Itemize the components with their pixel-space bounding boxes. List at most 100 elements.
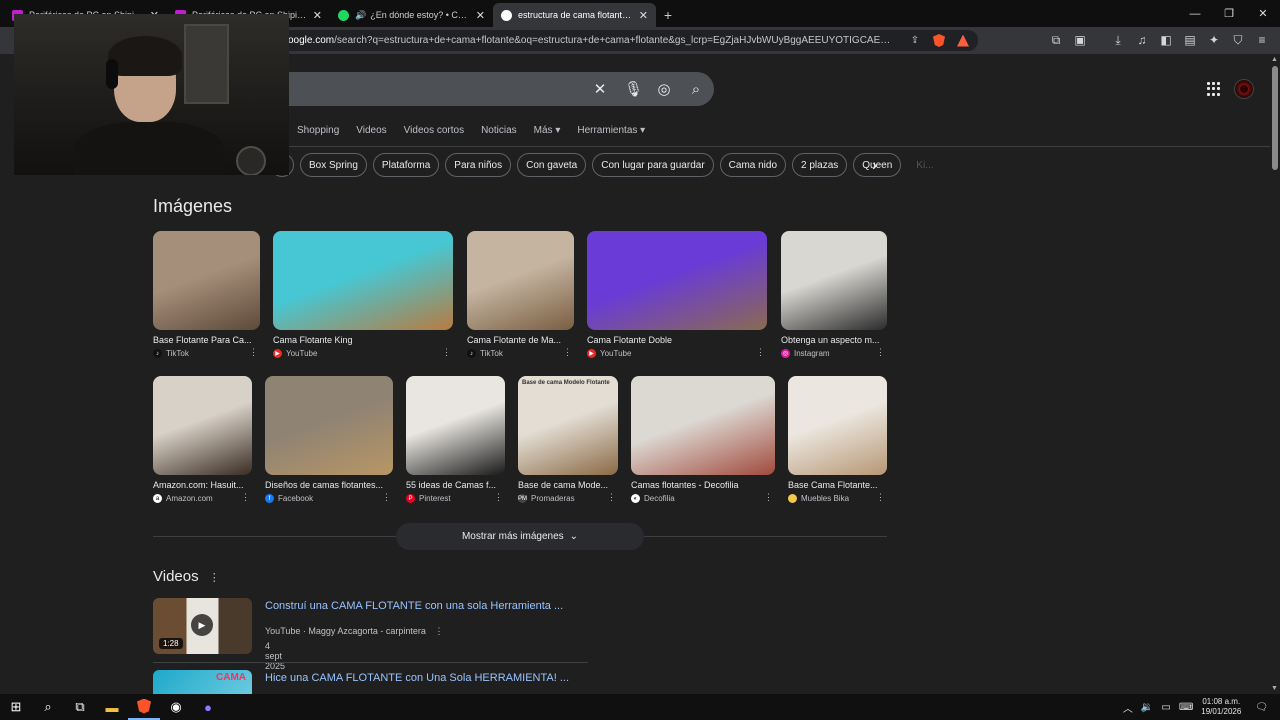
more-options-icon[interactable]: ⋮	[494, 492, 503, 503]
new-tab-button[interactable]: +	[656, 3, 680, 27]
image-result[interactable]: Cama Flotante de Ma... ♪ TikTok ⋮	[467, 231, 574, 358]
more-options-icon[interactable]: ⋮	[442, 347, 451, 358]
image-thumbnail[interactable]	[265, 376, 393, 475]
tab-more[interactable]: Más ▾	[534, 125, 561, 136]
chip[interactable]: Ki...	[907, 153, 943, 177]
scrollbar[interactable]: ▲ ▼	[1270, 54, 1280, 694]
image-result[interactable]: Cama Flotante Doble ▶ YouTube ⋮	[587, 231, 767, 358]
sidebar-icon[interactable]: ◧	[1158, 32, 1174, 48]
clear-icon[interactable]: ✕	[592, 80, 608, 98]
more-options-icon[interactable]: ⋮	[209, 572, 220, 584]
more-options-icon[interactable]: ⋮	[876, 347, 885, 358]
leo-ai-icon[interactable]: ✦	[1206, 32, 1222, 48]
network-icon[interactable]: ▭	[1161, 702, 1170, 713]
more-options-icon[interactable]: ⋮	[607, 492, 616, 503]
microphone-icon[interactable]: 🎙	[624, 80, 643, 98]
close-tab-icon[interactable]: ✕	[313, 9, 322, 22]
image-thumbnail[interactable]	[273, 231, 453, 330]
tab-3[interactable]: 🔊 ¿En dónde estoy? • Cerounno, Vi ✕	[330, 3, 493, 27]
more-options-icon[interactable]: ⋮	[563, 347, 572, 358]
tab-news[interactable]: Noticias	[481, 125, 517, 136]
address-bar[interactable]: oogle.com/search?q=estructura+de+cama+fl…	[280, 30, 978, 51]
windows-start-icon[interactable]: ⊞	[0, 694, 32, 720]
tab-tools[interactable]: Herramientas ▾	[577, 125, 645, 136]
screenshot-icon[interactable]: ▣	[1072, 32, 1088, 48]
minimize-button[interactable]: —	[1178, 0, 1212, 27]
close-tab-icon[interactable]: ✕	[476, 9, 485, 22]
menu-icon[interactable]: ≡	[1254, 32, 1270, 48]
speaker-icon[interactable]: 🔊	[355, 10, 366, 21]
brave-browser-icon[interactable]	[128, 694, 160, 720]
image-caption[interactable]: Base de cama Mode...	[518, 480, 618, 490]
image-result[interactable]: Base Cama Flotante... Muebles Bika ⋮	[788, 376, 887, 503]
close-window-button[interactable]: ✕	[1246, 0, 1280, 27]
music-icon[interactable]: ♫	[1134, 32, 1150, 48]
tab-short-videos[interactable]: Videos cortos	[404, 125, 464, 136]
image-caption[interactable]: Cama Flotante Doble	[587, 335, 767, 345]
tab-shopping[interactable]: Shopping	[297, 125, 339, 136]
search-icon[interactable]: ⌕	[688, 81, 704, 98]
brave-rewards-icon[interactable]: 1	[956, 34, 970, 48]
image-caption[interactable]: Cama Flotante King	[273, 335, 453, 345]
obs-icon[interactable]: ◉	[160, 694, 192, 720]
download-icon[interactable]: ⤓	[1110, 32, 1126, 48]
chip[interactable]: Cama nido	[719, 153, 787, 177]
image-thumbnail[interactable]	[153, 231, 260, 330]
chip[interactable]: 2 plazas	[792, 153, 848, 177]
chip[interactable]: Para niños	[445, 153, 512, 177]
image-thumbnail[interactable]	[587, 231, 767, 330]
more-options-icon[interactable]: ⋮	[876, 492, 885, 503]
tab-videos[interactable]: Videos	[356, 125, 386, 136]
video-title-link[interactable]: Hice una CAMA FLOTANTE con Una Sola HERR…	[265, 672, 585, 684]
avatar[interactable]	[1234, 79, 1254, 99]
more-options-icon[interactable]: ⋮	[764, 492, 773, 503]
share-icon[interactable]: ⇪	[908, 34, 922, 48]
search-icon[interactable]: ⌕	[32, 694, 64, 720]
chip[interactable]: Con lugar para guardar	[592, 153, 714, 177]
lens-icon[interactable]: ◎	[656, 80, 672, 98]
image-thumbnail[interactable]	[781, 231, 887, 330]
language-icon[interactable]: ⌨	[1179, 702, 1193, 713]
image-thumbnail[interactable]	[153, 376, 252, 475]
chevron-right-icon[interactable]: ›	[872, 157, 877, 175]
image-result[interactable]: 55 ideas de Camas f... P Pinterest ⋮	[406, 376, 505, 503]
tab-4[interactable]: estructura de cama flotante - Bu ✕	[493, 3, 656, 27]
image-caption[interactable]: Amazon.com: Hasuit...	[153, 480, 252, 490]
image-result[interactable]: Diseños de camas flotantes... f Facebook ⋮	[265, 376, 393, 503]
image-caption[interactable]: Obtenga un aspecto m...	[781, 335, 887, 345]
vpn-icon[interactable]: ⛉	[1230, 32, 1246, 48]
more-options-icon[interactable]: ⋮	[241, 492, 250, 503]
more-options-icon[interactable]: ⋮	[382, 492, 391, 503]
image-caption[interactable]: Base Flotante Para Ca...	[153, 335, 260, 345]
image-result[interactable]: Camas flotantes - Decofilia ◐ Decofilia ⋮	[631, 376, 775, 503]
more-options-icon[interactable]: ⋮	[434, 626, 443, 636]
wallet-icon[interactable]: ▤	[1182, 32, 1198, 48]
image-caption[interactable]: Camas flotantes - Decofilia	[631, 480, 775, 490]
chip[interactable]: Con gaveta	[517, 153, 587, 177]
brave-shields-icon[interactable]	[932, 34, 946, 48]
chip[interactable]: Plataforma	[372, 153, 440, 177]
image-caption[interactable]: Diseños de camas flotantes...	[265, 480, 393, 490]
google-apps-icon[interactable]	[1207, 82, 1221, 96]
notifications-icon[interactable]: 🗨	[1255, 702, 1268, 713]
more-options-icon[interactable]: ⋮	[756, 347, 765, 358]
image-result[interactable]: Base Flotante Para Ca... ♪ TikTok ⋮	[153, 231, 260, 358]
image-thumbnail[interactable]	[467, 231, 574, 330]
chip[interactable]: Box Spring	[300, 153, 367, 177]
video-thumbnail[interactable]: ▶ 1:28	[153, 598, 252, 654]
video-thumbnail[interactable]: CAMA	[153, 670, 252, 694]
file-explorer-icon[interactable]: ▬	[96, 694, 128, 720]
discord-icon[interactable]: ●	[192, 694, 224, 720]
image-result[interactable]: Base de cama Modelo Flotante Base de cama…	[518, 376, 618, 503]
image-thumbnail[interactable]	[788, 376, 887, 475]
clock[interactable]: 01:08 a.m. 19/01/2026	[1201, 697, 1241, 717]
image-thumbnail[interactable]: Base de cama Modelo Flotante	[518, 376, 618, 475]
image-caption[interactable]: Cama Flotante de Ma...	[467, 335, 574, 345]
image-result[interactable]: Cama Flotante King ▶ YouTube ⋮	[273, 231, 453, 358]
volume-icon[interactable]: 🔉	[1141, 702, 1153, 713]
image-result[interactable]: Obtenga un aspecto m... ◎ Instagram ⋮	[781, 231, 887, 358]
show-more-images-button[interactable]: Mostrar más imágenes ⌄	[396, 523, 644, 550]
play-icon[interactable]: ▶	[191, 614, 213, 636]
video-title-link[interactable]: Construí una CAMA FLOTANTE con una sola …	[265, 600, 585, 612]
task-view-icon[interactable]: ⧉	[64, 694, 96, 720]
